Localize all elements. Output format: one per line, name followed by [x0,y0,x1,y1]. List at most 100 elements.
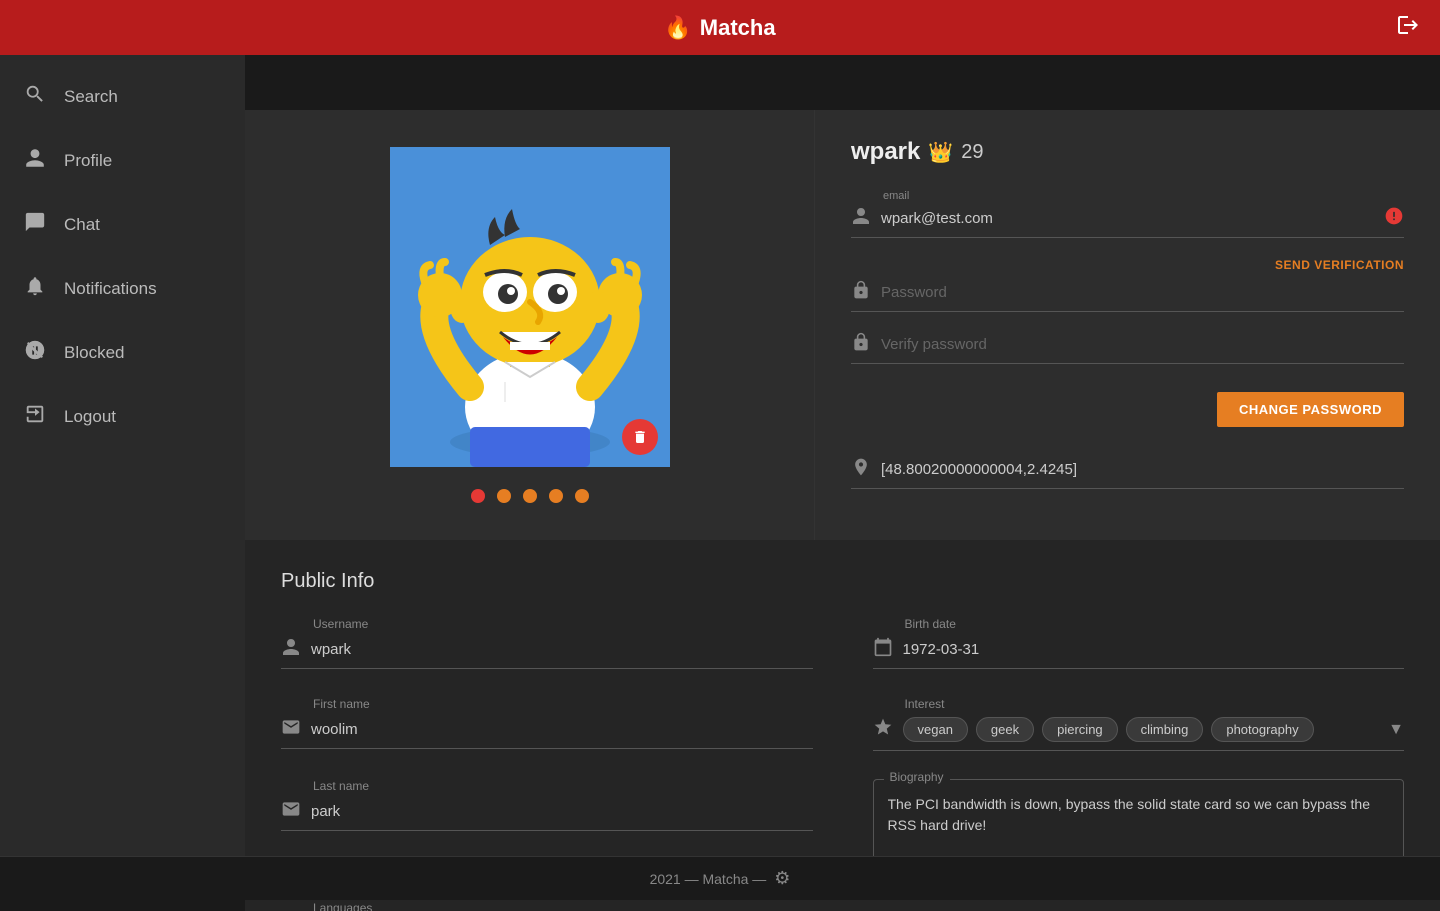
public-info-title: Public Info [281,570,1404,593]
interest-icon [873,717,893,742]
age-badge: 29 [961,141,983,164]
sidebar-item-blocked[interactable]: Blocked [0,321,245,385]
sidebar-search-label: Search [64,87,118,107]
calendar-icon [873,637,893,662]
firstname-icon [281,717,301,742]
photo-section [245,110,815,540]
account-username: wpark 👑 29 [851,138,1404,166]
sidebar-logout-label: Logout [64,407,116,427]
app-name-text: Matcha [700,15,776,41]
biography-textarea[interactable] [888,794,1390,857]
verify-password-field-group [851,332,1404,364]
interest-tag-photography: photography [1211,717,1313,742]
email-label: email [883,190,1404,202]
person-icon [851,206,871,231]
logout-icon [24,403,46,431]
interest-dropdown-icon[interactable]: ▼ [1388,721,1404,739]
interest-label: Interest [905,697,1405,711]
topbar: 🔥 Matcha [0,0,1440,55]
username-field: Username [281,617,813,669]
password-input[interactable] [881,280,1404,305]
sidebar-chat-label: Chat [64,215,100,235]
blocked-icon [24,339,46,367]
birthdate-field: Birth date [873,617,1405,669]
lock-verify-icon [851,332,871,357]
firstname-field: First name [281,697,813,751]
birthdate-row [873,637,1405,669]
photo-dot-1[interactable] [471,489,485,503]
interest-tag-climbing: climbing [1126,717,1204,742]
photo-dot-5[interactable] [575,489,589,503]
send-verification-link[interactable]: SEND VERIFICATION [851,258,1404,272]
photo-dots [471,489,589,503]
interest-tag-vegan: vegan [903,717,968,742]
firstname-input[interactable] [311,717,813,742]
photo-container [390,147,670,467]
username-row [281,637,813,669]
firstname-label: First name [313,697,813,711]
sidebar-item-search[interactable]: Search [0,65,245,129]
main-content: wpark 👑 29 email SEND VERIFICATION [245,110,1440,911]
photo-dot-3[interactable] [523,489,537,503]
profile-icon [24,147,46,175]
account-section: wpark 👑 29 email SEND VERIFICATION [815,110,1440,540]
location-row [851,457,1404,489]
fire-icon: 🔥 [664,15,691,41]
sidebar-notifications-label: Notifications [64,279,157,299]
sidebar-item-profile[interactable]: Profile [0,129,245,193]
email-field-group: email [851,190,1404,238]
firstname-row [281,717,813,749]
birthdate-input[interactable] [903,637,1405,662]
photo-dot-4[interactable] [549,489,563,503]
photo-dot-2[interactable] [497,489,511,503]
interest-tag-geek: geek [976,717,1034,742]
sidebar-item-chat[interactable]: Chat [0,193,245,257]
lastname-row [281,799,813,831]
interest-row: vegan geek piercing climbing photography… [873,717,1405,751]
footer-text: 2021 — Matcha — [650,871,767,887]
birthdate-label: Birth date [905,617,1405,631]
username-text: wpark [851,138,920,166]
location-input[interactable] [881,457,1404,482]
username-icon [281,637,301,662]
search-icon [24,83,46,111]
languages-label: Languages [313,901,813,911]
email-row [851,206,1404,238]
languages-field: Languages [281,901,813,911]
verify-password-input[interactable] [881,332,1404,357]
email-error-icon [1384,206,1404,231]
topbar-logout-icon[interactable] [1396,13,1420,43]
lastname-label: Last name [313,779,813,793]
profile-photo [390,147,670,467]
delete-photo-button[interactable] [622,419,658,455]
notifications-icon [24,275,46,303]
username-label: Username [313,617,813,631]
interest-field: Interest vegan geek piercing climbing ph… [873,697,1405,751]
location-field-group [851,457,1404,489]
chat-icon [24,211,46,239]
crown-icon: 👑 [928,140,953,165]
app-title: 🔥 Matcha [664,15,775,41]
password-row [851,280,1404,312]
interest-tags: vegan geek piercing climbing photography [903,717,1379,742]
sidebar-blocked-label: Blocked [64,343,124,363]
bottombar: 2021 — Matcha — ⚙ [0,856,1440,900]
location-icon [851,457,871,482]
password-field-group [851,280,1404,312]
sidebar-item-notifications[interactable]: Notifications [0,257,245,321]
biography-legend: Biography [884,770,950,784]
clearfix: CHANGE PASSWORD [851,384,1404,427]
email-input[interactable] [881,206,1374,231]
profile-top-section: wpark 👑 29 email SEND VERIFICATION [245,110,1440,540]
verify-password-row [851,332,1404,364]
username-input[interactable] [311,637,813,662]
change-password-button[interactable]: CHANGE PASSWORD [1217,392,1404,427]
lock-icon [851,280,871,305]
lastname-icon [281,799,301,824]
sidebar-profile-label: Profile [64,151,112,171]
interest-tag-piercing: piercing [1042,717,1118,742]
sidebar: Search Profile Chat Notifications Blocke… [0,55,245,856]
lastname-input[interactable] [311,799,813,824]
settings-icon[interactable]: ⚙ [774,868,790,889]
sidebar-item-logout[interactable]: Logout [0,385,245,449]
